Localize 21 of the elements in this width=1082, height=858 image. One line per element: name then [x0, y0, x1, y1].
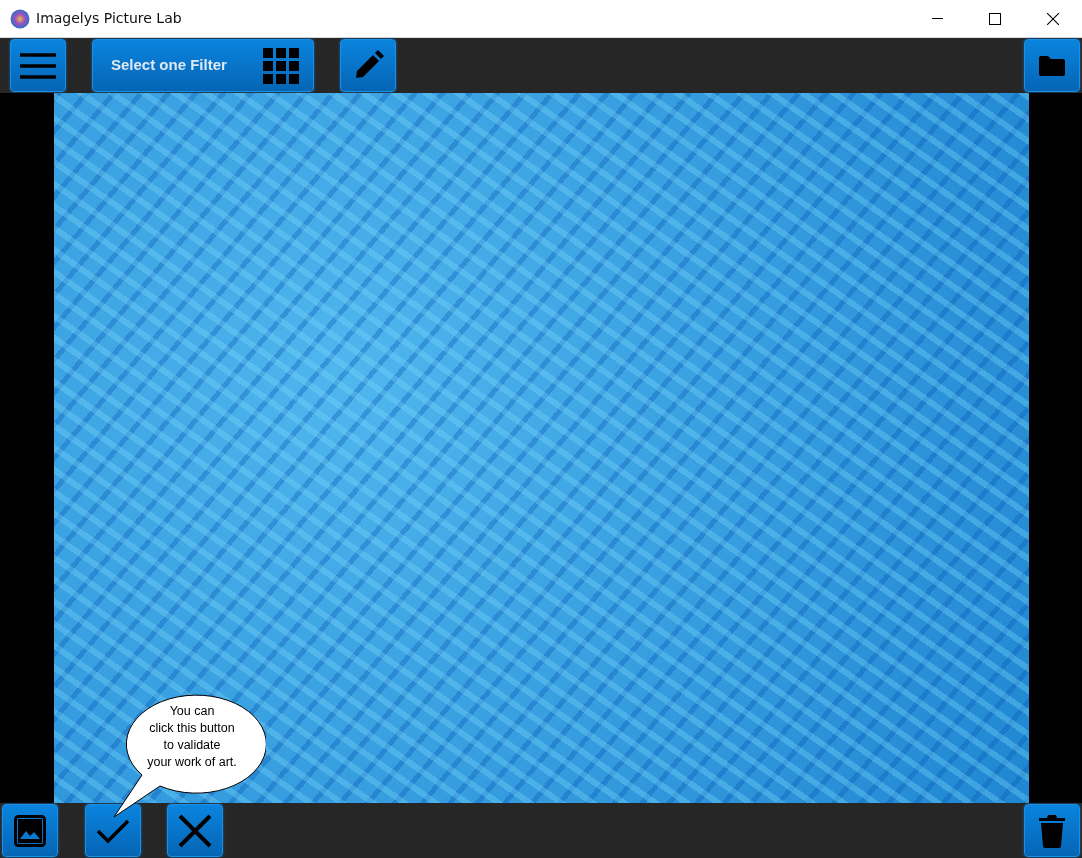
tooltip-text: You can click this button to validate your work of art. — [146, 703, 238, 771]
picture-icon — [14, 814, 46, 847]
close-icon — [1047, 12, 1059, 25]
image-button[interactable] — [2, 804, 58, 857]
delete-button[interactable] — [1024, 804, 1080, 857]
open-folder-button[interactable] — [1024, 39, 1080, 92]
checkmark-icon — [96, 817, 130, 844]
close-icon — [178, 813, 212, 848]
window-title: Imagelys Picture Lab — [36, 9, 182, 28]
edit-button[interactable] — [340, 39, 396, 92]
folder-icon — [1039, 55, 1065, 76]
menu-button[interactable] — [10, 39, 66, 92]
grid-icon — [263, 47, 299, 84]
cancel-button[interactable] — [167, 804, 223, 857]
menu-icon — [20, 52, 56, 79]
filter-select-button[interactable]: Select one Filter — [92, 39, 314, 92]
app-logo-icon — [10, 8, 30, 29]
minimize-icon — [931, 18, 943, 19]
trash-icon — [1039, 813, 1065, 848]
validate-button[interactable] — [85, 804, 141, 857]
maximize-icon — [989, 12, 1001, 25]
